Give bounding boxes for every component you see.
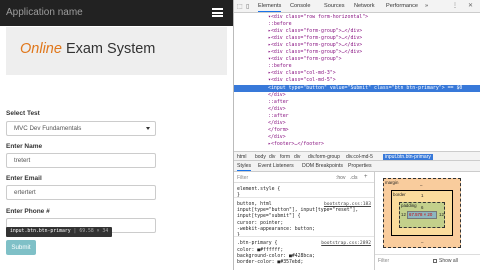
subtab-properties[interactable]: Properties: [348, 163, 372, 169]
margin-bottom-value: –: [421, 240, 424, 245]
brand-link[interactable]: Application name: [6, 7, 83, 18]
css-line[interactable]: cursor: pointer;: [237, 221, 283, 226]
enter-name-label: Enter Name: [6, 143, 43, 150]
subtab-event-listeners[interactable]: Event Listeners: [258, 163, 294, 169]
tab-elements[interactable]: Elements: [258, 3, 282, 12]
rule-divider: [234, 196, 374, 198]
tab-network[interactable]: Network: [354, 3, 375, 9]
breadcrumb-item[interactable]: div.form-group: [308, 154, 340, 160]
css-line[interactable]: border-color: ■#357ebd;: [237, 260, 303, 265]
inspect-cursor-icon[interactable]: ⬚: [237, 3, 243, 10]
more-options-icon[interactable]: ⋮: [452, 2, 458, 9]
breadcrumb-item[interactable]: body: [255, 154, 266, 160]
css-line[interactable]: input[type="submit"] {: [237, 214, 301, 219]
css-line[interactable]: button, html: [237, 202, 272, 207]
dom-node[interactable]: ▸<footer>…</footer>: [234, 141, 480, 149]
test-select[interactable]: MVC Dev Fundamentals: [6, 121, 156, 136]
dom-tree: ▾<div class="row form-horizontal"> ::bef…: [234, 13, 480, 151]
name-input[interactable]: tretert: [6, 153, 156, 168]
breadcrumb-item[interactable]: div.col-md-5: [346, 154, 373, 160]
styles-filter-row: Filter :hov .cls +: [234, 172, 374, 183]
content-size: 67.578 × 20: [409, 212, 433, 217]
new-rule-button[interactable]: +: [364, 174, 368, 180]
border-label: border: [393, 192, 406, 197]
tab-console[interactable]: Console: [290, 3, 311, 9]
enter-phone-label: Enter Phone #: [6, 208, 50, 215]
padding-value: 6: [421, 205, 424, 210]
css-line[interactable]: color: ■#ffffff;: [237, 248, 283, 253]
padding-right-value: 12: [439, 212, 444, 217]
tab-performance[interactable]: Performance: [386, 3, 418, 9]
styles-subtabs: Styles Event Listeners DOM Breakpoints P…: [234, 161, 480, 172]
title-accent: Online: [20, 41, 62, 57]
tab-sources[interactable]: Sources: [324, 3, 345, 9]
breadcrumb-item[interactable]: div: [269, 154, 275, 160]
show-all-label: Show all: [439, 258, 458, 264]
rule-divider: [234, 236, 374, 238]
css-source-link[interactable]: bootstrap.css:183: [324, 202, 371, 207]
padding-label: padding: [401, 203, 417, 208]
tooltip-size: 69.58 × 34: [79, 229, 109, 234]
navbar: Application name: [0, 0, 233, 26]
chevron-down-icon: [146, 127, 150, 130]
page-title: Online Exam System: [20, 41, 155, 57]
css-line[interactable]: input[type="button"], input[type="reset"…: [237, 208, 358, 213]
email-input[interactable]: ertertert: [6, 185, 156, 200]
title-rest: Exam System: [61, 41, 156, 57]
css-line[interactable]: -webkit-appearance: button;: [237, 227, 315, 232]
select-test-label: Select Test: [6, 110, 40, 117]
cls-toggle[interactable]: .cls: [350, 175, 358, 181]
devtools-tabbar: ⬚ ▯ Elements Console Sources Network Per…: [234, 0, 480, 13]
name-input-value: tretert: [14, 157, 31, 164]
close-icon[interactable]: ✕: [468, 2, 473, 9]
app-page: Application name Online Exam System Sele…: [0, 0, 233, 270]
more-tabs-icon[interactable]: »: [425, 3, 428, 9]
computed-filter-input[interactable]: Filter: [378, 258, 389, 264]
styles-pane: Filter :hov .cls + element.style {}butto…: [234, 172, 374, 270]
breadcrumb-item[interactable]: html: [237, 154, 246, 160]
breadcrumb: html body div form div div.form-group div.col-…: [234, 151, 480, 161]
border-value: 1: [421, 193, 424, 198]
hov-toggle[interactable]: :hov: [336, 175, 345, 181]
test-select-value: MVC Dev Fundamentals: [14, 125, 82, 132]
subtab-dom-breakpoints[interactable]: DOM Breakpoints: [302, 163, 343, 169]
css-source-link[interactable]: bootstrap.css:2892: [321, 241, 371, 246]
devtools-panel: ⬚ ▯ Elements Console Sources Network Per…: [233, 0, 480, 270]
jumbotron: Online Exam System: [6, 27, 227, 75]
computed-filter-row: Filter Show all: [375, 254, 480, 266]
email-input-value: ertertert: [14, 189, 36, 196]
enter-email-label: Enter Email: [6, 175, 42, 182]
css-line[interactable]: background-color: ■#428bca;: [237, 254, 315, 259]
computed-pane: margin – border 1 padding 6 67.578 × 20 …: [374, 172, 480, 270]
submit-button[interactable]: Submit: [6, 240, 36, 255]
device-toggle-icon[interactable]: ▯: [246, 3, 249, 10]
breadcrumb-item[interactable]: input.btn.btn-primary: [383, 153, 433, 160]
box-model: margin – border 1 padding 6 67.578 × 20 …: [383, 178, 461, 248]
margin-label: margin: [385, 180, 399, 185]
breadcrumb-item[interactable]: form: [280, 154, 290, 160]
styles-filter-input[interactable]: Filter: [237, 175, 248, 181]
breadcrumb-item[interactable]: div: [294, 154, 300, 160]
css-line[interactable]: .btn-primary {: [237, 241, 277, 246]
inspect-tooltip: input.btn.btn-primary | 69.58 × 34: [6, 227, 113, 237]
margin-value: –: [420, 183, 423, 188]
css-line[interactable]: element.style {: [237, 187, 280, 192]
show-all-checkbox[interactable]: [433, 258, 437, 263]
tooltip-selector: input.btn.btn-primary: [10, 229, 71, 234]
padding-left-value: 12: [401, 212, 406, 217]
subtab-styles[interactable]: Styles: [237, 163, 252, 171]
hamburger-menu-icon[interactable]: [212, 8, 223, 17]
